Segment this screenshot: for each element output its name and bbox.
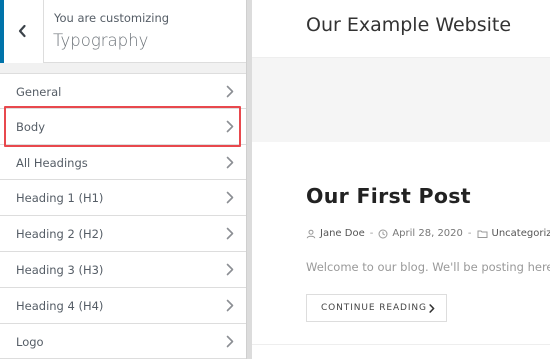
chevron-right-icon bbox=[226, 299, 234, 312]
menu-item-all-headings[interactable]: All Headings bbox=[0, 144, 246, 181]
menu-item-heading-3[interactable]: Heading 3 (H3) bbox=[0, 251, 246, 288]
menu-item-label: Heading 1 (H1) bbox=[16, 191, 104, 206]
meta-separator: - bbox=[467, 228, 472, 239]
clock-icon bbox=[378, 229, 388, 238]
divider bbox=[252, 344, 550, 345]
menu-item-heading-2[interactable]: Heading 2 (H2) bbox=[0, 216, 246, 252]
menu-item-general[interactable]: General bbox=[0, 73, 246, 109]
post-excerpt: Welcome to our blog. We'll be posting he… bbox=[306, 260, 550, 274]
site-header: Our Example Website bbox=[252, 0, 550, 58]
menu-item-heading-4[interactable]: Heading 4 (H4) bbox=[0, 287, 246, 324]
chevron-right-icon bbox=[226, 85, 234, 98]
customizer-header: You are customizing Typography bbox=[0, 0, 246, 63]
chevron-right-icon bbox=[226, 263, 234, 276]
menu-item-label: Logo bbox=[16, 334, 44, 349]
chevron-right-icon bbox=[226, 120, 234, 133]
menu-item-body[interactable]: Body bbox=[0, 108, 246, 145]
customizing-label: You are customizing bbox=[54, 11, 170, 25]
customizer-sidebar: You are customizing Typography General B… bbox=[0, 0, 246, 359]
back-button[interactable] bbox=[0, 0, 44, 63]
post-date: April 28, 2020 bbox=[392, 228, 463, 239]
chevron-right-icon bbox=[226, 192, 234, 204]
chevron-left-icon bbox=[18, 24, 26, 38]
site-title[interactable]: Our Example Website bbox=[306, 14, 511, 36]
post-author[interactable]: Jane Doe bbox=[320, 228, 365, 239]
menu-item-label: Heading 3 (H3) bbox=[16, 262, 104, 277]
menu-item-label: Heading 2 (H2) bbox=[16, 227, 104, 242]
meta-separator: - bbox=[369, 228, 374, 239]
hero-band bbox=[252, 58, 550, 142]
folder-icon bbox=[477, 230, 488, 238]
post-category[interactable]: Uncategorized bbox=[492, 228, 550, 239]
chevron-right-icon bbox=[226, 156, 234, 168]
menu-item-label: All Headings bbox=[16, 155, 88, 170]
typography-menu: General Body All Headings Heading 1 (H1)… bbox=[0, 73, 246, 359]
site-preview: Our Example Website Our First Post Jane … bbox=[252, 0, 550, 359]
chevron-right-icon bbox=[226, 335, 234, 347]
menu-item-label: Heading 4 (H4) bbox=[16, 298, 104, 313]
post-title[interactable]: Our First Post bbox=[306, 184, 471, 208]
continue-reading-button[interactable]: CONTINUE READING bbox=[306, 294, 447, 322]
menu-item-label: Body bbox=[16, 119, 46, 134]
user-icon bbox=[306, 229, 316, 238]
menu-item-label: General bbox=[16, 85, 62, 99]
chevron-right-icon bbox=[226, 227, 234, 240]
chevron-right-icon bbox=[429, 304, 435, 313]
continue-reading-label: CONTINUE READING bbox=[321, 303, 427, 313]
post-meta: Jane Doe - April 28, 2020 - Uncategorize… bbox=[306, 228, 550, 239]
section-title: Typography bbox=[53, 31, 149, 50]
menu-item-logo[interactable]: Logo bbox=[0, 323, 246, 359]
menu-item-heading-1[interactable]: Heading 1 (H1) bbox=[0, 180, 246, 217]
